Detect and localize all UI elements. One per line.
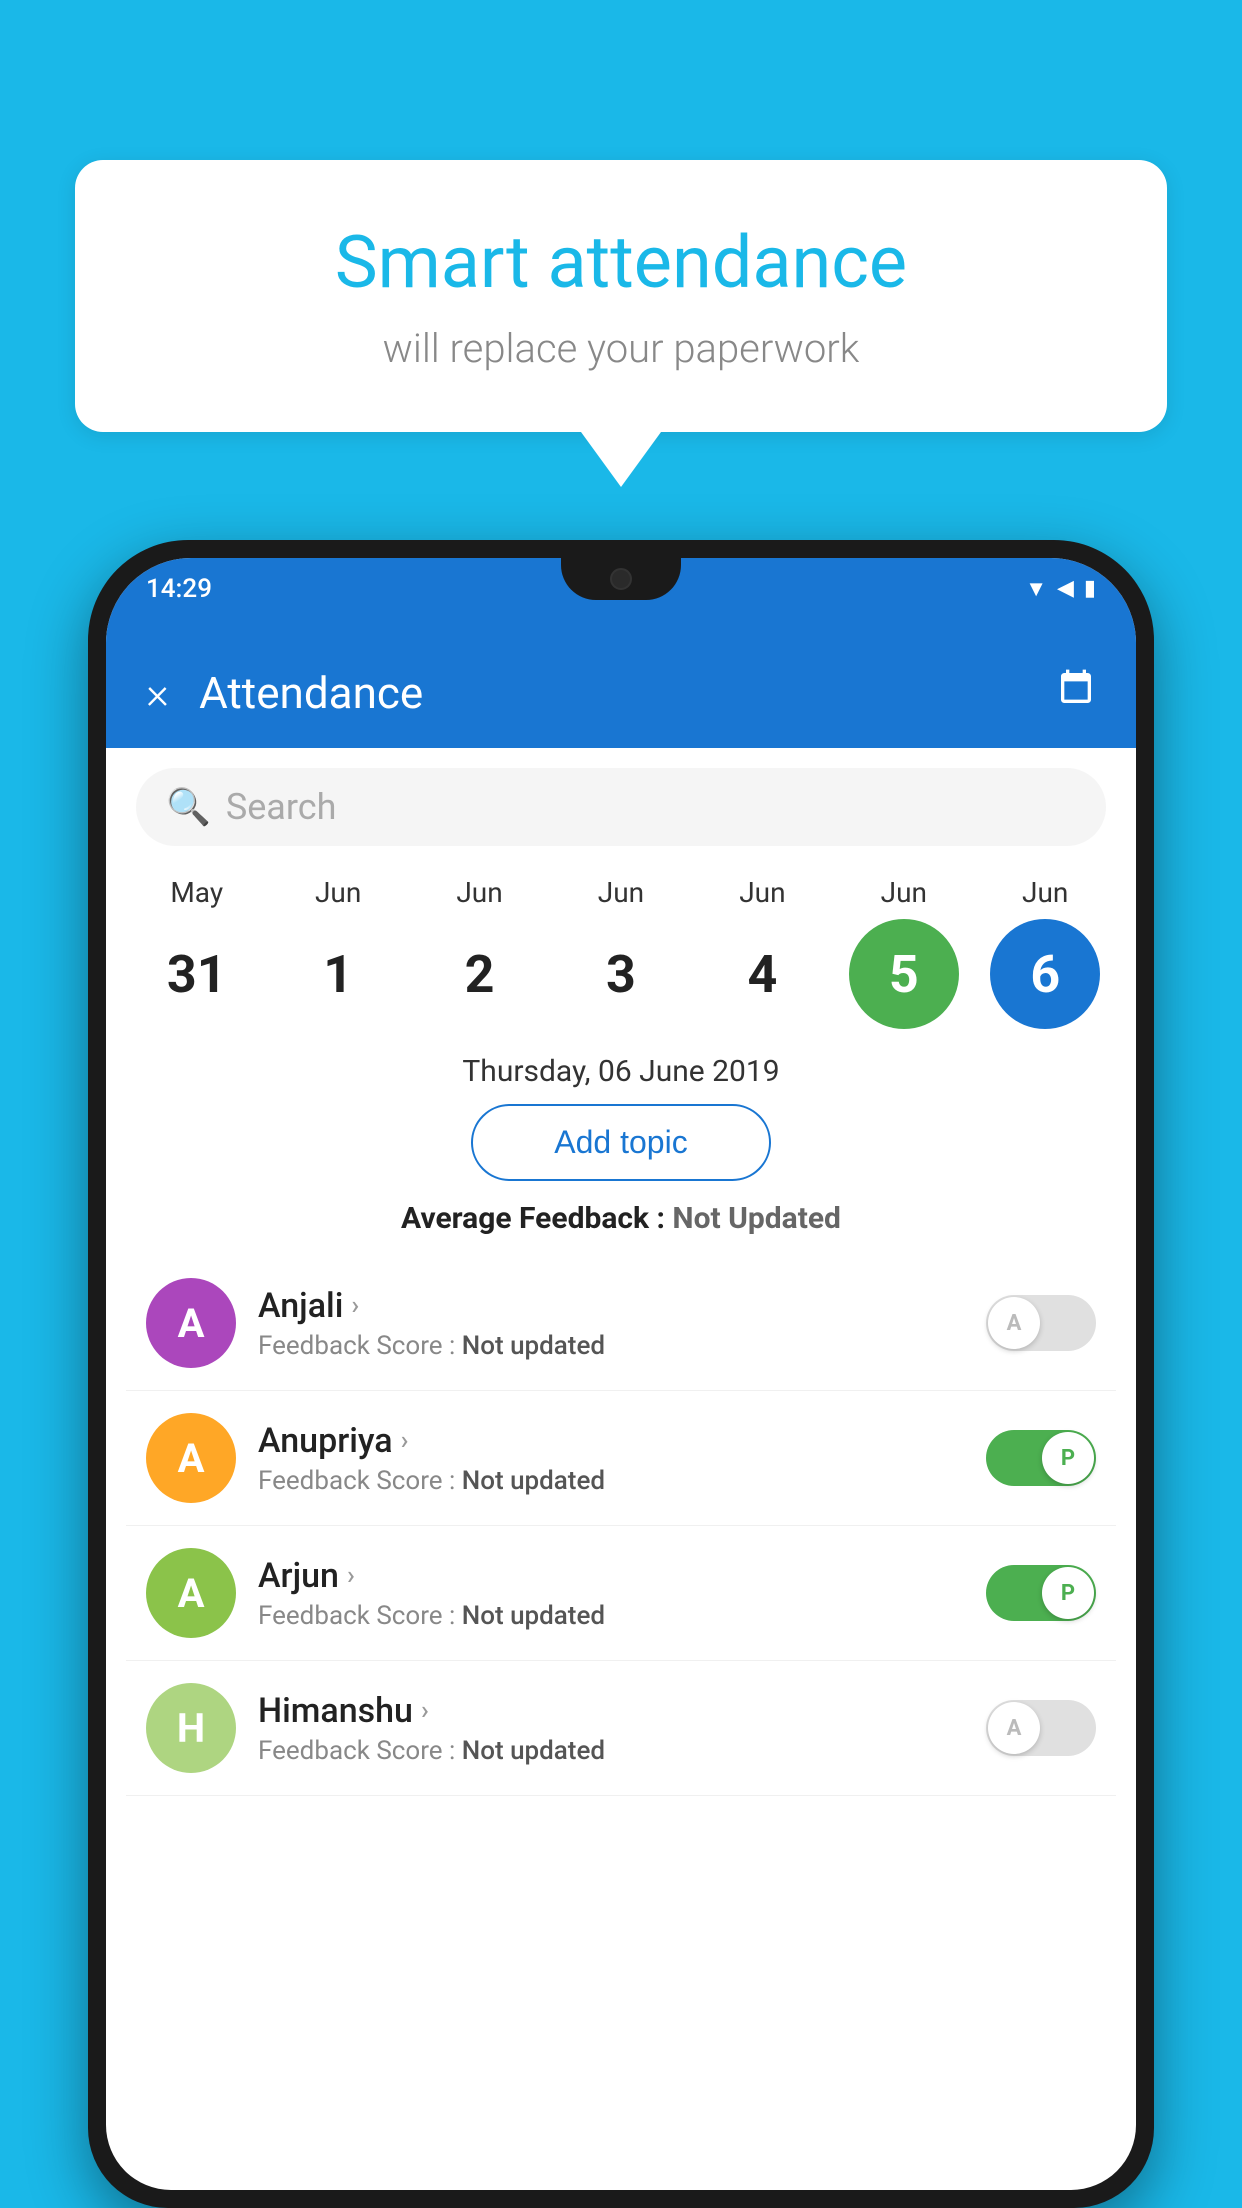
bubble-subtitle: will replace your paperwork — [145, 325, 1097, 372]
list-item: A Anupriya › Feedback Score : Not updated P — [126, 1391, 1116, 1526]
toggle-knob: A — [988, 1297, 1040, 1349]
student-name[interactable]: Anjali › — [258, 1286, 964, 1326]
calendar-day-1[interactable]: Jun 1 — [273, 876, 403, 1029]
avatar: H — [146, 1683, 236, 1773]
cal-date-number: 4 — [707, 919, 817, 1029]
student-info: Himanshu › Feedback Score : Not updated — [258, 1691, 964, 1766]
list-item: A Arjun › Feedback Score : Not updated P — [126, 1526, 1116, 1661]
attendance-toggle[interactable]: P — [986, 1430, 1096, 1486]
student-feedback: Feedback Score : Not updated — [258, 1736, 964, 1766]
phone-inner: 14:29 ▼ ◀ ▮ × Attendance 🔍 Search — [106, 558, 1136, 2190]
signal-icon: ◀ — [1057, 576, 1074, 601]
avg-label: Average Feedback : — [401, 1201, 672, 1236]
student-name[interactable]: Arjun › — [258, 1556, 964, 1596]
app-title: Attendance — [199, 667, 1026, 719]
chevron-right-icon: › — [347, 1561, 355, 1591]
phone-frame: 14:29 ▼ ◀ ▮ × Attendance 🔍 Search — [88, 540, 1154, 2208]
avatar: A — [146, 1278, 236, 1368]
calendar-day-5[interactable]: Jun 5 — [839, 876, 969, 1029]
cal-date-number: 3 — [566, 919, 676, 1029]
selected-date-label: Thursday, 06 June 2019 — [106, 1044, 1136, 1104]
status-time: 14:29 — [146, 574, 212, 604]
cal-month-label: Jun — [1022, 876, 1068, 909]
calendar-day-6[interactable]: Jun 6 — [980, 876, 1110, 1029]
calendar-day-4[interactable]: Jun 4 — [697, 876, 827, 1029]
cal-month-label: Jun — [456, 876, 502, 909]
feedback-value: Not updated — [462, 1331, 605, 1361]
cal-date-number: 6 — [990, 919, 1100, 1029]
cal-month-label: Jun — [739, 876, 785, 909]
list-item: H Himanshu › Feedback Score : Not updated A — [126, 1661, 1116, 1796]
chevron-right-icon: › — [421, 1696, 429, 1726]
student-feedback: Feedback Score : Not updated — [258, 1331, 964, 1361]
cal-date-number: 5 — [849, 919, 959, 1029]
cal-month-label: Jun — [315, 876, 361, 909]
notch — [561, 558, 681, 600]
cal-month-label: May — [170, 876, 223, 909]
speech-bubble: Smart attendance will replace your paper… — [75, 160, 1167, 432]
attendance-toggle[interactable]: A — [986, 1295, 1096, 1351]
add-topic-button[interactable]: Add topic — [471, 1104, 771, 1181]
attendance-toggle[interactable]: P — [986, 1565, 1096, 1621]
status-icons: ▼ ◀ ▮ — [1025, 576, 1096, 602]
calendar-day-3[interactable]: Jun 3 — [556, 876, 686, 1029]
student-info: Anjali › Feedback Score : Not updated — [258, 1286, 964, 1361]
camera — [610, 568, 632, 590]
calendar-day-0[interactable]: May 31 — [132, 876, 262, 1029]
cal-date-number: 1 — [283, 919, 393, 1029]
average-feedback: Average Feedback : Not Updated — [106, 1201, 1136, 1256]
toggle-knob: A — [988, 1702, 1040, 1754]
avg-value: Not Updated — [672, 1201, 841, 1236]
search-icon: 🔍 — [166, 786, 211, 828]
wifi-icon: ▼ — [1025, 576, 1047, 602]
speech-bubble-container: Smart attendance will replace your paper… — [75, 160, 1167, 487]
chevron-right-icon: › — [351, 1291, 359, 1321]
student-info: Arjun › Feedback Score : Not updated — [258, 1556, 964, 1631]
bubble-tail — [581, 432, 661, 487]
cal-date-number: 2 — [425, 919, 535, 1029]
app-bar: × Attendance — [106, 638, 1136, 748]
student-name[interactable]: Himanshu › — [258, 1691, 964, 1731]
cal-date-number: 31 — [142, 919, 252, 1029]
student-list: AAnjali ›Feedback Score : Not updatedAAA… — [106, 1256, 1136, 1796]
student-name[interactable]: Anupriya › — [258, 1421, 964, 1461]
student-info: Anupriya › Feedback Score : Not updated — [258, 1421, 964, 1496]
search-bar[interactable]: 🔍 Search — [136, 768, 1106, 846]
student-feedback: Feedback Score : Not updated — [258, 1466, 964, 1496]
student-feedback: Feedback Score : Not updated — [258, 1601, 964, 1631]
feedback-value: Not updated — [462, 1601, 605, 1631]
calendar-day-2[interactable]: Jun 2 — [415, 876, 545, 1029]
feedback-value: Not updated — [462, 1736, 605, 1766]
feedback-value: Not updated — [462, 1466, 605, 1496]
phone-top-bar: 14:29 ▼ ◀ ▮ — [106, 558, 1136, 638]
close-button[interactable]: × — [146, 667, 169, 719]
toggle-knob: P — [1042, 1567, 1094, 1619]
chevron-right-icon: › — [401, 1426, 409, 1456]
toggle-knob: P — [1042, 1432, 1094, 1484]
cal-month-label: Jun — [598, 876, 644, 909]
cal-month-label: Jun — [881, 876, 927, 909]
attendance-toggle[interactable]: A — [986, 1700, 1096, 1756]
calendar-strip: May 31 Jun 1 Jun 2 Jun 3 Jun 4 Jun 5 Jun 6 — [106, 866, 1136, 1044]
bubble-title: Smart attendance — [145, 220, 1097, 305]
battery-icon: ▮ — [1084, 576, 1096, 601]
avatar: A — [146, 1548, 236, 1638]
avatar: A — [146, 1413, 236, 1503]
search-placeholder: Search — [226, 786, 337, 828]
calendar-icon[interactable] — [1056, 668, 1096, 718]
list-item: A Anjali › Feedback Score : Not updated A — [126, 1256, 1116, 1391]
